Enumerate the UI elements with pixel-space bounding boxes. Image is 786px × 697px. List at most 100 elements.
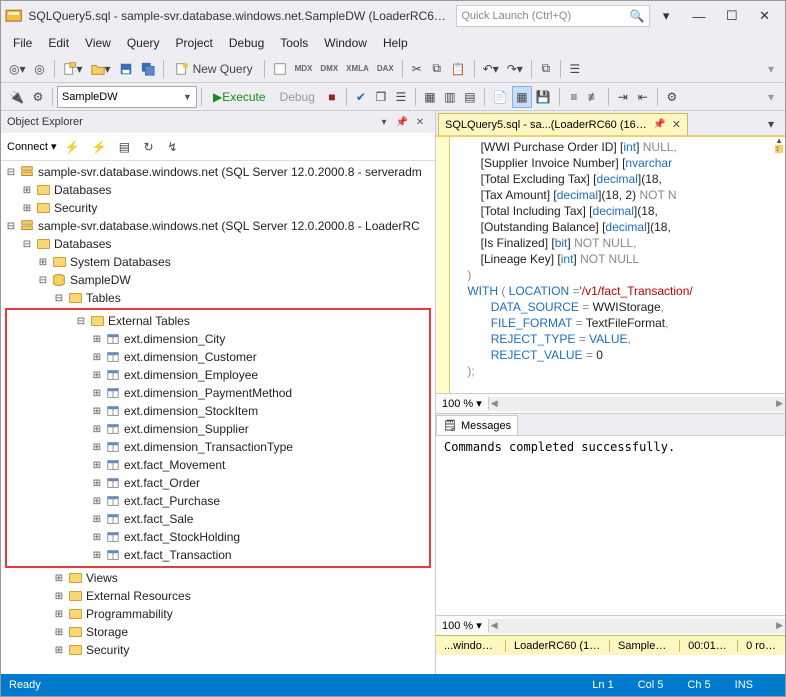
indent-button[interactable]: ⇥	[613, 86, 633, 108]
find-button[interactable]: ⧉	[536, 58, 556, 80]
expander-icon[interactable]: ⊞	[91, 514, 103, 525]
save-all-button[interactable]	[137, 58, 159, 80]
folder-node[interactable]: ⊞Programmability	[1, 605, 435, 623]
external-table-node[interactable]: ⊞ext.fact_Order	[7, 474, 429, 492]
menu-tools[interactable]: Tools	[272, 34, 316, 52]
expander-icon[interactable]: ⊟	[5, 221, 17, 232]
query-options-button[interactable]: ☰	[391, 86, 411, 108]
window-dropdown-button[interactable]: ▾	[650, 1, 683, 31]
pin-icon[interactable]: 📌	[653, 119, 665, 130]
expander-icon[interactable]: ⊞	[91, 334, 103, 345]
change-connection-button[interactable]: 🔌	[5, 86, 28, 108]
uncomment-button[interactable]: ≢	[584, 86, 604, 108]
include-plan-button[interactable]: ▦	[420, 86, 440, 108]
new-project-button[interactable]: ▾	[59, 58, 87, 80]
estimated-plan-button[interactable]: ❐	[371, 86, 391, 108]
folder-node[interactable]: ⊞Views	[1, 569, 435, 587]
folder-node[interactable]: ⊞Storage	[1, 623, 435, 641]
expander-icon[interactable]: ⊞	[91, 532, 103, 543]
external-table-node[interactable]: ⊞ext.dimension_TransactionType	[7, 438, 429, 456]
expander-icon[interactable]: ⊞	[53, 591, 65, 602]
external-table-node[interactable]: ⊞ext.fact_StockHolding	[7, 528, 429, 546]
outdent-button[interactable]: ⇤	[633, 86, 653, 108]
folder-databases[interactable]: ⊞Databases	[1, 181, 435, 199]
menu-help[interactable]: Help	[375, 34, 416, 52]
paste-button[interactable]: 📋	[447, 58, 470, 80]
xmla-button[interactable]: XMLA	[342, 58, 373, 80]
horizontal-scrollbar[interactable]	[489, 397, 785, 411]
folder-tables[interactable]: ⊟Tables	[1, 289, 435, 307]
panel-menu-button[interactable]: ▾	[375, 117, 393, 128]
code-editor[interactable]: [WWI Purchase Order ID] [int] NULL, [Sup…	[436, 135, 785, 393]
expander-icon[interactable]: ⊞	[91, 478, 103, 489]
external-table-node[interactable]: ⊞ext.dimension_StockItem	[7, 402, 429, 420]
new-query-button[interactable]: New Query	[168, 58, 260, 80]
expander-icon[interactable]: ⊟	[37, 275, 49, 286]
oe-filter-button[interactable]: ▤	[114, 136, 134, 158]
maximize-button[interactable]: ☐	[715, 1, 748, 31]
open-file-button[interactable]: ▾	[87, 58, 115, 80]
cut-button[interactable]: ✂	[407, 58, 427, 80]
oe-stop-button[interactable]: ⚡	[88, 136, 111, 158]
comment-button[interactable]: ≡	[564, 86, 584, 108]
expander-icon[interactable]: ⊟	[5, 167, 17, 178]
external-table-node[interactable]: ⊞ext.fact_Transaction	[7, 546, 429, 564]
external-table-node[interactable]: ⊞ext.dimension_City	[7, 330, 429, 348]
messages-zoom-dropdown[interactable]: 100 % ▾	[436, 619, 489, 632]
editor-tab[interactable]: SQLQuery5.sql - sa...(LoaderRC60 (168))*…	[438, 113, 688, 135]
properties-button[interactable]: ☰	[565, 58, 585, 80]
expander-icon[interactable]: ⊞	[21, 185, 33, 196]
folder-node[interactable]: ⊞External Resources	[1, 587, 435, 605]
redo-button[interactable]: ↷▾	[503, 58, 527, 80]
external-table-node[interactable]: ⊞ext.fact_Purchase	[7, 492, 429, 510]
folder-security[interactable]: ⊞Security	[1, 199, 435, 217]
execute-button[interactable]: ▶ Execute	[206, 86, 273, 108]
expander-icon[interactable]: ⊟	[53, 293, 65, 304]
toolbar-overflow-button[interactable]: ▾	[761, 58, 781, 80]
external-table-node[interactable]: ⊞ext.dimension_Supplier	[7, 420, 429, 438]
menu-query[interactable]: Query	[119, 34, 168, 52]
mdx-button[interactable]: MDX	[291, 58, 317, 80]
results-to-text-button[interactable]: 📄	[489, 86, 512, 108]
expander-icon[interactable]: ⊞	[53, 627, 65, 638]
folder-external-tables[interactable]: ⊟External Tables	[7, 312, 429, 330]
zoom-dropdown[interactable]: 100 % ▾	[436, 397, 489, 410]
external-table-node[interactable]: ⊞ext.dimension_Employee	[7, 366, 429, 384]
results-to-grid-button[interactable]: ▦	[512, 86, 532, 108]
expander-icon[interactable]: ⊟	[75, 316, 87, 327]
quick-launch-input[interactable]: Quick Launch (Ctrl+Q) 🔍	[456, 5, 649, 27]
menu-project[interactable]: Project	[168, 34, 221, 52]
specify-values-button[interactable]: ⚙	[662, 86, 682, 108]
connect-button[interactable]: Connect ▾	[7, 140, 57, 153]
object-explorer-tree[interactable]: ⊟sample-svr.database.windows.net (SQL Se…	[1, 161, 435, 674]
db-sampledw[interactable]: ⊟SampleDW	[1, 271, 435, 289]
folder-node[interactable]: ⊞Security	[1, 641, 435, 659]
expander-icon[interactable]: ⊞	[91, 496, 103, 507]
parse-button[interactable]: ✔	[351, 86, 371, 108]
menu-window[interactable]: Window	[316, 34, 375, 52]
expander-icon[interactable]: ⊞	[91, 424, 103, 435]
tab-close-button[interactable]: ✕	[672, 118, 681, 131]
de-button[interactable]	[269, 58, 291, 80]
expander-icon[interactable]: ⊟	[21, 239, 33, 250]
tab-list-button[interactable]: ▾	[761, 113, 781, 135]
save-button[interactable]	[115, 58, 137, 80]
toolbar2-overflow-button[interactable]: ▾	[761, 86, 781, 108]
expander-icon[interactable]: ⊞	[53, 609, 65, 620]
close-button[interactable]: ✕	[748, 1, 781, 31]
messages-output[interactable]: Commands completed successfully.	[436, 435, 785, 615]
expander-icon[interactable]: ⊞	[91, 442, 103, 453]
expander-icon[interactable]: ⊞	[21, 203, 33, 214]
expander-icon[interactable]: ⊞	[53, 573, 65, 584]
server-node[interactable]: ⊟sample-svr.database.windows.net (SQL Se…	[1, 163, 435, 181]
dax-button[interactable]: DAX	[373, 58, 398, 80]
connection-type-button[interactable]: ⚙	[28, 86, 48, 108]
expander-icon[interactable]: ⊞	[53, 645, 65, 656]
oe-refresh-button[interactable]: ↻	[138, 136, 158, 158]
debug-button[interactable]: Debug	[273, 86, 322, 108]
copy-button[interactable]: ⧉	[427, 58, 447, 80]
code-text[interactable]: [WWI Purchase Order ID] [int] NULL, [Sup…	[450, 137, 775, 393]
menu-debug[interactable]: Debug	[221, 34, 272, 52]
server-node[interactable]: ⊟sample-svr.database.windows.net (SQL Se…	[1, 217, 435, 235]
external-table-node[interactable]: ⊞ext.dimension_Customer	[7, 348, 429, 366]
